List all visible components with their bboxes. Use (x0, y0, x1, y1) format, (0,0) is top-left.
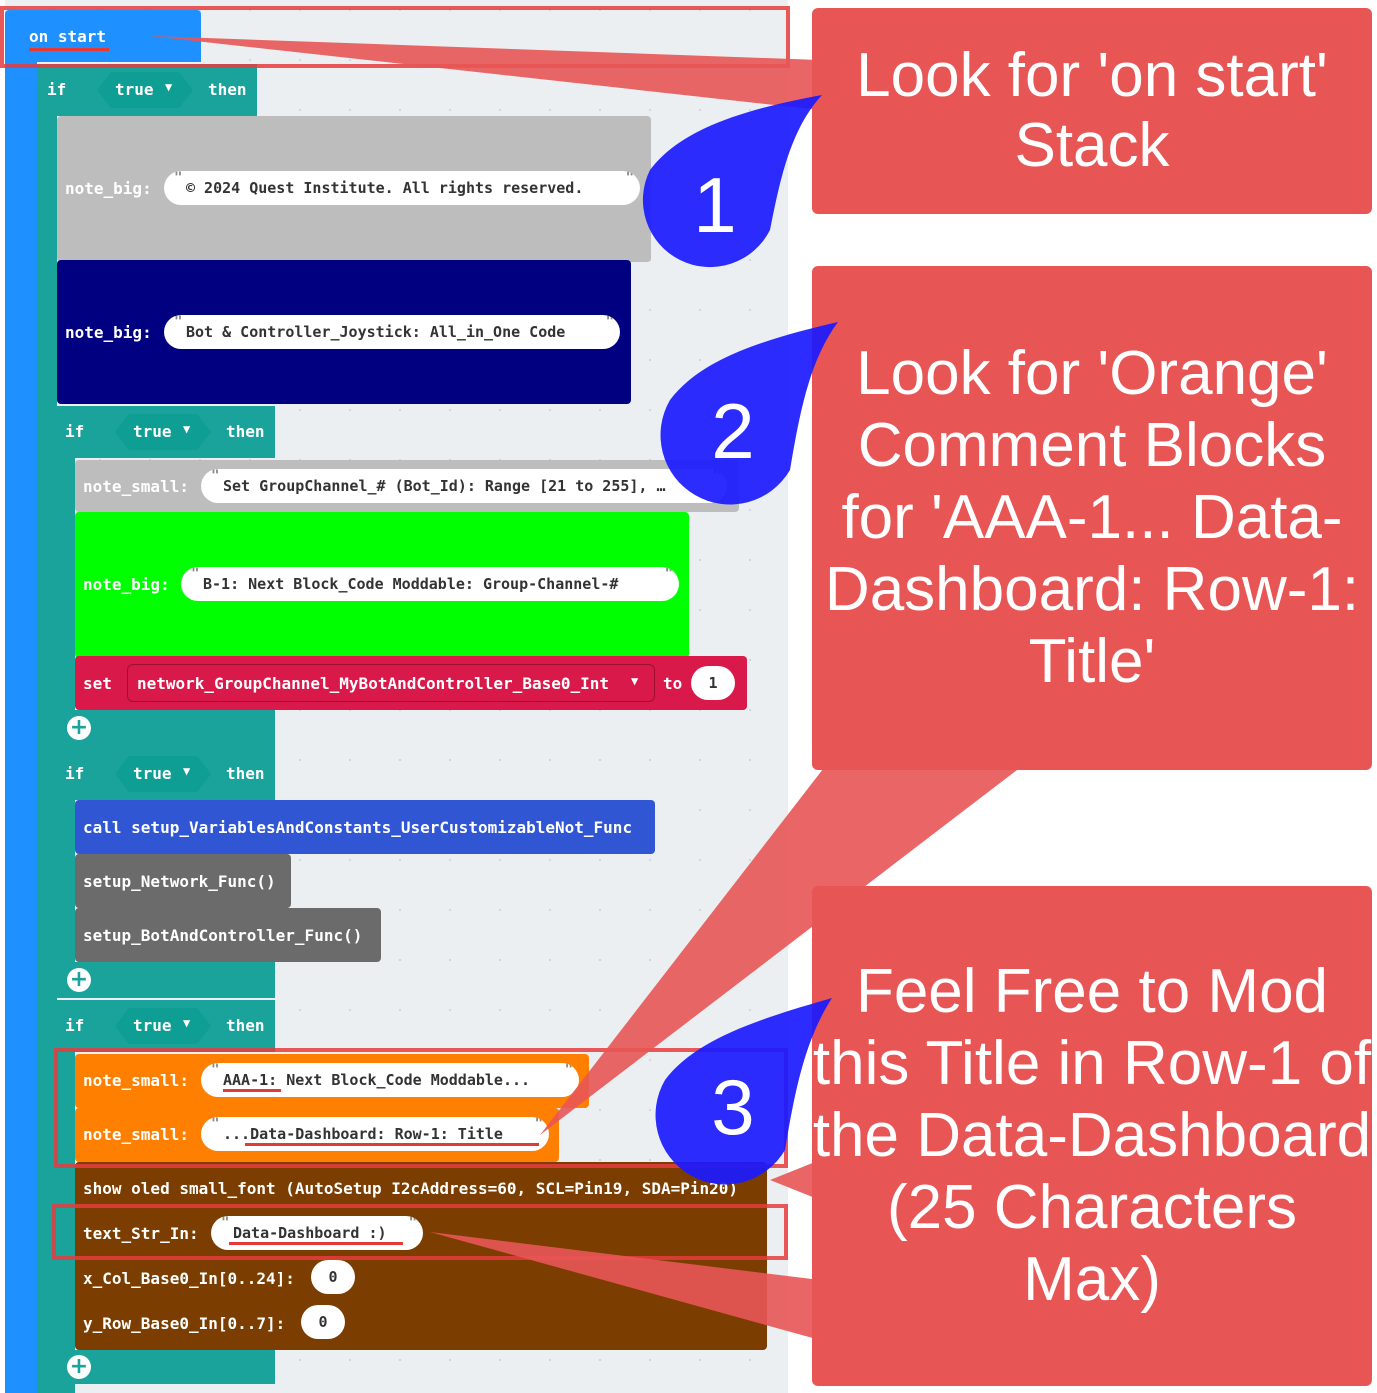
marker-2-number: 2 (711, 387, 755, 475)
marker-3-number: 3 (711, 1063, 755, 1151)
marker-1-number: 1 (693, 161, 737, 249)
